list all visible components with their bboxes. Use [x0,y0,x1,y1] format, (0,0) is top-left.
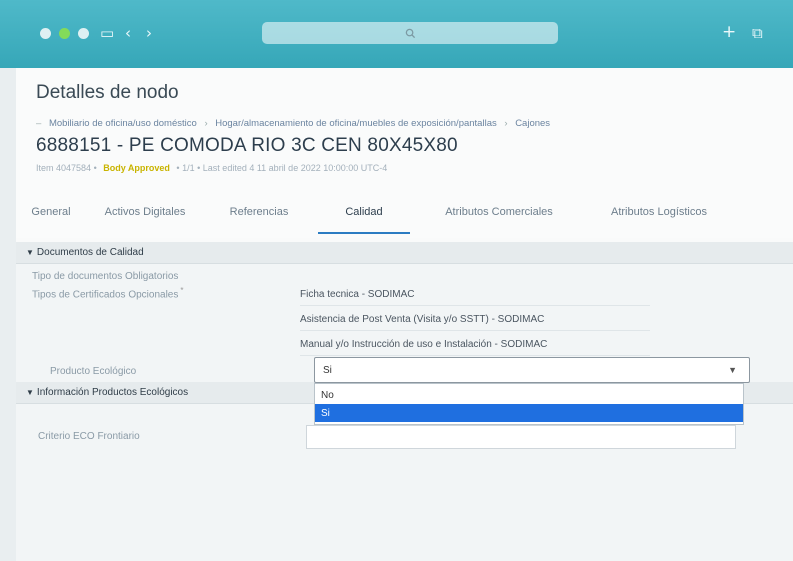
breadcrumb-item[interactable]: Hogar/almacenamiento de oficina/muebles … [215,118,496,129]
browser-toolbar: ▭ ‹ › + ⧉ [0,0,793,68]
caret-down-icon: ▼ [26,388,34,397]
address-bar[interactable] [262,22,558,44]
eco-product-select[interactable]: Si ▼ [314,357,750,383]
option-no[interactable]: No [315,386,743,404]
eco-product-options: No Si [314,383,744,425]
eco-criteria-field[interactable] [306,425,736,449]
breadcrumb: – Mobiliario de oficina/uso doméstico › … [36,118,551,129]
option-si[interactable]: Si [315,404,743,422]
caret-down-icon: ▼ [26,248,34,257]
eco-product-label: Producto Ecológico [50,366,137,377]
close-window-button[interactable] [40,28,51,39]
last-edited-label: Last edited 4 11 abril de 2022 10:00:00 … [202,163,388,173]
select-value: Si [323,364,332,376]
dropdown-arrow-icon: ▼ [728,365,737,375]
tab-activos-digitales[interactable]: Activos Digitales [86,200,204,238]
breadcrumb-item[interactable]: Cajones [515,118,550,129]
tab-referencias[interactable]: Referencias [204,200,314,238]
tab-bar: General Activos Digitales Referencias Ca… [16,200,793,238]
page-title: Detalles de nodo [36,82,179,103]
search-icon [405,28,415,38]
item-id: Item 4047584 [36,163,92,173]
tab-general[interactable]: General [16,200,86,238]
version-label: 1/1 [182,163,195,173]
certificate-item[interactable]: Manual y/o Instrucción de uso e Instalac… [300,334,650,356]
section-header-documentos[interactable]: ▼ Documentos de Calidad [16,242,793,264]
zoom-window-button[interactable] [78,28,89,39]
product-meta: Item 4047584 • Body Approved • 1/1 • Las… [36,163,388,173]
breadcrumb-item[interactable]: Mobiliario de oficina/uso doméstico [49,118,197,129]
minimize-window-button[interactable] [59,28,70,39]
eco-criteria-label: Criterio ECO Frontiario [38,431,140,442]
optional-certs-label: Tipos de Certificados Opcionales * [32,286,184,301]
status-badge: Body Approved [103,163,170,173]
node-details-window: Detalles de nodo – Mobiliario de oficina… [16,68,793,561]
section-title: Documentos de Calidad [36,247,144,258]
tab-atributos-logisticos[interactable]: Atributos Logísticos [584,200,734,238]
section-title: Información Productos Ecológicos [36,387,189,398]
certificate-item[interactable]: Asistencia de Post Venta (Visita y/o SST… [300,309,650,331]
product-title: 6888151 - PE COMODA RIO 3C CEN 80X45X80 [36,135,458,156]
tab-atributos-comerciales[interactable]: Atributos Comerciales [414,200,584,238]
sidebar-icon[interactable]: ▭ [100,24,114,42]
window-controls [40,28,89,39]
certificate-item[interactable]: Ficha tecnica - SODIMAC [300,284,650,306]
new-tab-button[interactable]: + [722,22,736,42]
chevron-right-icon[interactable]: › [146,24,152,42]
copy-icon[interactable]: ⧉ [752,24,763,42]
tab-calidad[interactable]: Calidad [314,200,414,238]
chevron-left-icon[interactable]: ‹ [125,24,131,42]
mandatory-docs-label: Tipo de documentos Obligatorios [32,271,179,282]
